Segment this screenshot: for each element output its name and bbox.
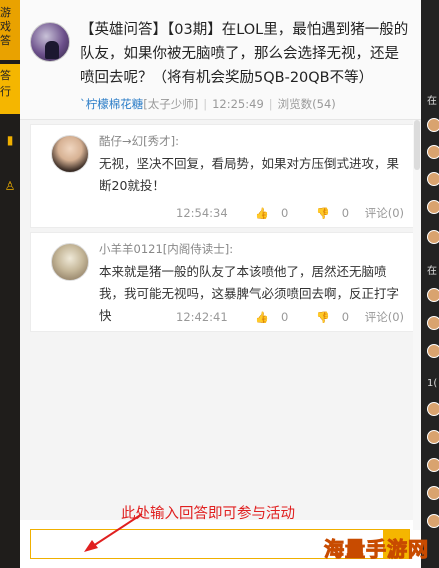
right-avatar[interactable] bbox=[427, 430, 439, 444]
dislike-count: 0 bbox=[341, 206, 350, 220]
answer-list: 酷仔→幻[秀才]: 无视，坚决不回复，看局势，如果对方压倒式进攻，果断20就投！… bbox=[20, 120, 421, 520]
right-avatar[interactable] bbox=[427, 316, 439, 330]
qa-modal: 【英雄问答】【03期】在LOL里，最怕遇到猪一般的队友，如果你被无脑喷了，那么会… bbox=[20, 0, 421, 568]
like-count: 0 bbox=[281, 310, 289, 324]
right-label: 在 bbox=[427, 266, 437, 277]
left-tab-text: 答 行 bbox=[0, 69, 11, 98]
site-logo-fragment[interactable]: 游戏 答 bbox=[0, 0, 20, 60]
right-avatar[interactable] bbox=[427, 486, 439, 500]
watermark: 海量手游网 bbox=[305, 530, 435, 564]
right-avatar[interactable] bbox=[427, 458, 439, 472]
annotation-arrow-icon bbox=[84, 513, 143, 552]
right-sidebar: 在 在 1( bbox=[421, 0, 439, 568]
right-avatar[interactable] bbox=[427, 514, 439, 528]
right-avatar[interactable] bbox=[427, 230, 439, 244]
answer-username[interactable]: 小羊羊0121[内阁侍读士]: bbox=[99, 241, 233, 257]
question-header: 【英雄问答】【03期】在LOL里，最怕遇到猪一般的队友，如果你被无脑喷了，那么会… bbox=[20, 0, 421, 120]
question-author-avatar[interactable] bbox=[30, 22, 70, 62]
answer-item: 小羊羊0121[内阁侍读士]: 本来就是猪一般的队友了本该喷他了，居然还无脑喷我… bbox=[30, 232, 415, 332]
question-time: 12:25:49 bbox=[212, 97, 264, 111]
comment-link[interactable]: 评论(0) bbox=[365, 206, 404, 220]
thumb-down-icon: 👎 bbox=[316, 311, 330, 324]
phone-icon[interactable]: ▮ bbox=[2, 132, 18, 148]
question-title: 【英雄问答】【03期】在LOL里，最怕遇到猪一般的队友，如果你被无脑喷了，那么会… bbox=[80, 22, 409, 86]
answer-time: 12:42:41 bbox=[176, 310, 228, 324]
dislike-button[interactable]: 👎 0 bbox=[304, 206, 349, 220]
right-label: 在 bbox=[427, 96, 437, 107]
question-author-tag: [太子少师] bbox=[143, 97, 199, 111]
answer-avatar[interactable] bbox=[51, 243, 89, 281]
question-views: 浏览数(54) bbox=[277, 97, 336, 111]
right-avatar[interactable] bbox=[427, 402, 439, 416]
dislike-count: 0 bbox=[341, 310, 350, 324]
dislike-button[interactable]: 👎 0 bbox=[304, 310, 349, 324]
thumb-down-icon: 👎 bbox=[316, 207, 330, 220]
right-avatar[interactable] bbox=[427, 344, 439, 358]
answer-item: 酷仔→幻[秀才]: 无视，坚决不回复，看局势，如果对方压倒式进攻，果断20就投！… bbox=[30, 124, 415, 228]
like-count: 0 bbox=[281, 206, 289, 220]
watermark-text: 海量手游网 bbox=[324, 537, 429, 562]
left-sidebar: 游戏 答 答 行 ▮ ♙ bbox=[0, 0, 20, 568]
left-tab-fragment[interactable]: 答 行 bbox=[0, 64, 20, 114]
like-button[interactable]: 👍 0 bbox=[243, 310, 288, 324]
answer-avatar[interactable] bbox=[51, 135, 89, 173]
thumb-up-icon: 👍 bbox=[255, 311, 270, 324]
answer-footer: 12:42:41 👍 0 👎 0 评论(0) bbox=[164, 309, 404, 325]
answer-username[interactable]: 酷仔→幻[秀才]: bbox=[99, 133, 179, 149]
user-icon[interactable]: ♙ bbox=[2, 178, 18, 194]
thumb-up-icon: 👍 bbox=[255, 207, 270, 220]
logo-text: 游戏 答 bbox=[0, 6, 11, 47]
comment-link[interactable]: 评论(0) bbox=[365, 310, 404, 324]
question-author-link[interactable]: `柠檬棉花糖 bbox=[80, 97, 143, 111]
answer-time: 12:54:34 bbox=[176, 206, 228, 220]
scrollbar-thumb[interactable] bbox=[414, 120, 420, 170]
answer-scrollbar[interactable] bbox=[413, 120, 421, 530]
right-avatar[interactable] bbox=[427, 145, 439, 159]
right-avatar[interactable] bbox=[427, 172, 439, 186]
answer-text: 无视，坚决不回复，看局势，如果对方压倒式进攻，果断20就投！ bbox=[99, 156, 400, 193]
right-avatar[interactable] bbox=[427, 118, 439, 132]
question-meta: `柠檬棉花糖[太子少师] | 12:25:49 | 浏览数(54) bbox=[80, 97, 336, 111]
right-avatar[interactable] bbox=[427, 288, 439, 302]
like-button[interactable]: 👍 0 bbox=[243, 206, 288, 220]
right-label: 1( bbox=[427, 378, 438, 389]
right-avatar[interactable] bbox=[427, 200, 439, 214]
answer-footer: 12:54:34 👍 0 👎 0 评论(0) bbox=[164, 205, 404, 221]
